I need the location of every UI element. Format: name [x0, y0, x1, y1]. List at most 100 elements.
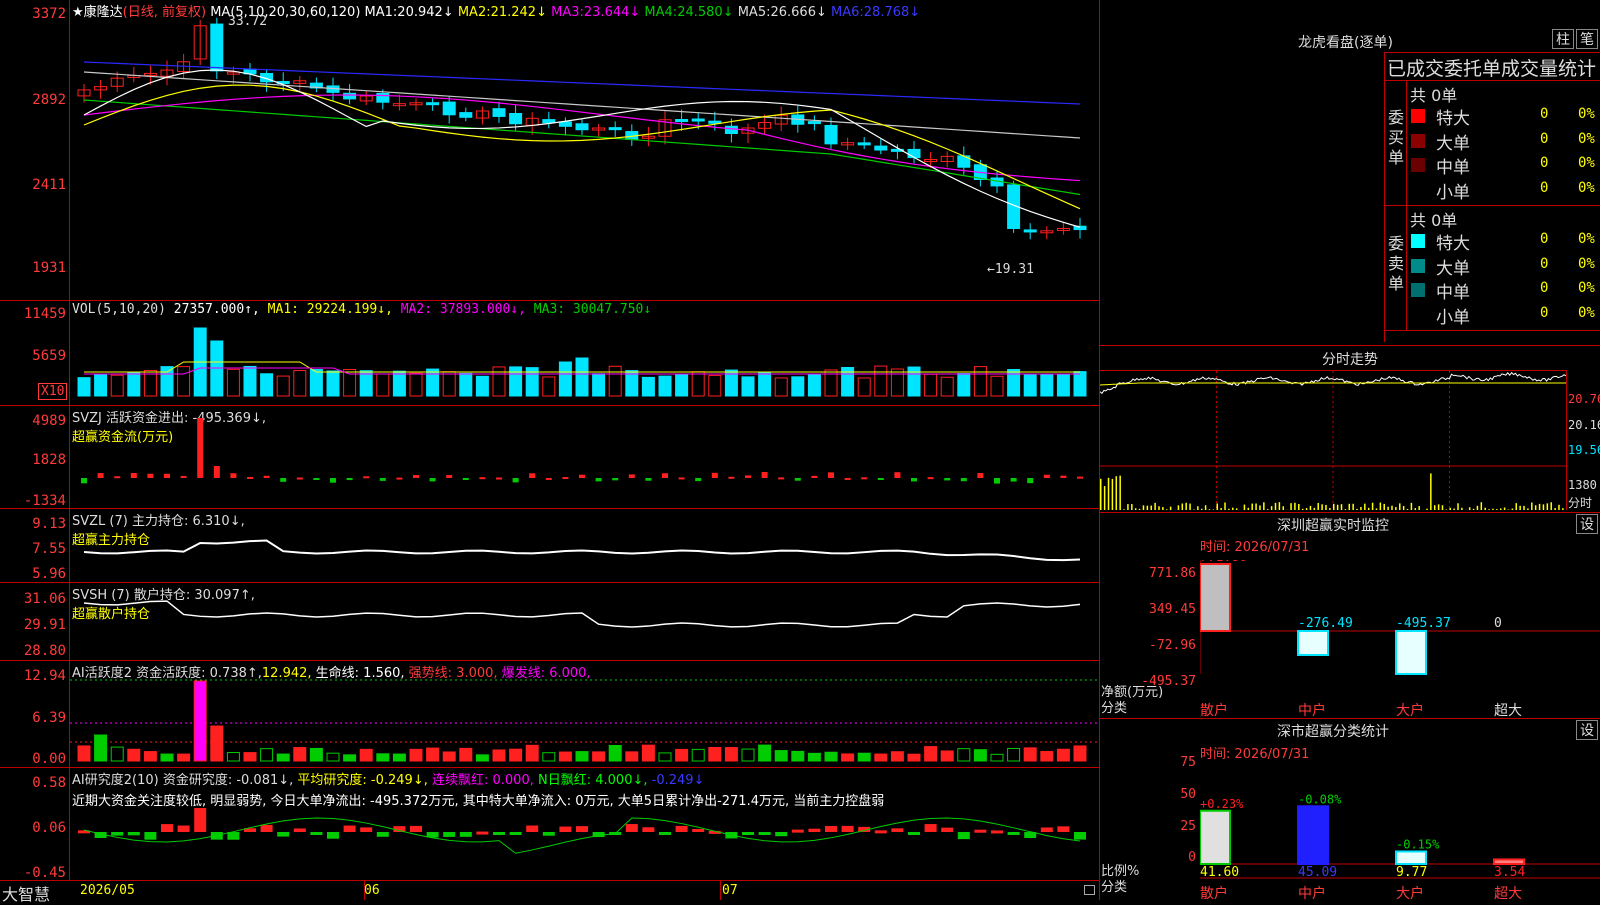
ai2-bar: [344, 826, 356, 832]
intraday-vol-bar: [1131, 504, 1133, 510]
volume-bar: [891, 369, 903, 396]
intraday-vol-bar: [1306, 508, 1308, 510]
ai1-bar: [1057, 749, 1069, 761]
candle-body: [875, 146, 887, 150]
ai2-bar: [676, 826, 688, 832]
intraday-axis-1: 20.76: [1568, 392, 1600, 406]
intraday-vol-bar: [1395, 507, 1397, 510]
intraday-vol-bar: [1450, 508, 1452, 510]
ai1-bar: [78, 746, 90, 761]
intraday-vol-bar: [1310, 506, 1312, 510]
sell-row-1-count: 0: [1540, 256, 1548, 272]
svzj-bar: [961, 478, 967, 481]
svzj-bar: [728, 477, 734, 479]
intraday-vol-bar: [1224, 502, 1226, 510]
intraday-vol-bar: [1481, 502, 1483, 510]
candle-body: [1024, 230, 1036, 232]
sell-side-label: 委卖单: [1388, 234, 1404, 294]
candle-body: [510, 113, 522, 123]
volume-bar: [958, 374, 970, 396]
intraday-vol-bar: [1341, 504, 1343, 510]
ai1-bar: [443, 752, 455, 761]
sell-total: 共 0单: [1410, 207, 1457, 231]
intraday-vol-bar: [1550, 502, 1552, 510]
volume-bar: [709, 375, 721, 396]
intraday-vol-bar: [1123, 509, 1125, 510]
intraday-vol-bar: [1127, 504, 1129, 510]
ai2-bar: [144, 832, 156, 840]
volume-bar: [161, 367, 173, 396]
intraday-vol-bar: [1220, 508, 1222, 510]
intraday-vol-bar: [1271, 506, 1273, 510]
svzj-bar: [1077, 477, 1083, 479]
sz-monitor-cat-3: 超大: [1494, 700, 1522, 720]
volume-bar: [991, 376, 1003, 396]
ai2-bar: [808, 829, 820, 832]
svzl-line: [84, 541, 1080, 561]
ai1-bar: [427, 748, 439, 761]
intraday-vol-bar: [1492, 509, 1494, 510]
ma4-line: [84, 100, 1080, 195]
ai1-bar: [178, 754, 190, 761]
volume-bar: [1024, 375, 1036, 396]
sell-row-3-pct: 0%: [1578, 305, 1595, 321]
sz-class-settings-button[interactable]: 设: [1576, 720, 1598, 740]
intraday-vol-bar: [1283, 506, 1285, 510]
sell-row-3-name: 小单: [1436, 303, 1470, 328]
volume-bar: [642, 377, 654, 396]
intraday-vol-bar: [1294, 503, 1296, 510]
intraday-vol-bar: [1391, 506, 1393, 510]
sell-row-3-count: 0: [1540, 305, 1548, 321]
sz-monitor-value: 0: [1494, 616, 1502, 631]
tick-mode-button[interactable]: 笔: [1576, 29, 1598, 49]
ai2-bar: [194, 808, 206, 832]
intraday-vol-bar: [1504, 507, 1506, 510]
sz-class-value: 41.60: [1200, 865, 1239, 880]
intraday-vol-bar: [1244, 505, 1246, 510]
intraday-vol-bar: [1411, 503, 1413, 510]
intraday-vol-bar: [1185, 503, 1187, 510]
volume-bar: [559, 362, 571, 396]
sz-monitor-settings-button[interactable]: 设: [1576, 514, 1598, 534]
ai1-bar: [676, 749, 688, 761]
svzj-bar: [612, 478, 618, 480]
intraday-vol-bar: [1279, 502, 1281, 510]
volume-bar: [908, 367, 920, 396]
svzj-bar: [1011, 478, 1017, 482]
lhb-header: 已成交委托单成交量统计: [1387, 54, 1596, 81]
intraday-vol-bar: [1516, 503, 1518, 510]
svzj-bar: [928, 477, 934, 479]
svzj-bar: [181, 476, 187, 478]
volume-bar: [1041, 374, 1053, 396]
sz-monitor-bar: [1200, 564, 1230, 631]
intraday-vol-bar: [1108, 478, 1110, 510]
svzj-bar: [529, 473, 535, 478]
volume-bar: [493, 367, 505, 396]
sz-monitor-cat-0: 散户: [1200, 700, 1228, 720]
ai1-bar: [194, 681, 206, 761]
sz-class-bar: [1298, 806, 1328, 864]
bar-mode-button[interactable]: 柱: [1552, 29, 1574, 49]
ai2-bar: [991, 830, 1003, 833]
main-chart[interactable]: [70, 0, 1099, 880]
volume-bar: [692, 372, 704, 396]
svzj-bar: [1044, 475, 1050, 478]
lock-icon[interactable]: [1084, 885, 1095, 895]
intraday-chart[interactable]: [1100, 371, 1566, 510]
sell-row-2-name: 中单: [1436, 278, 1470, 303]
intraday-vol-bar: [1314, 508, 1316, 510]
intraday-vol-bar: [1189, 504, 1191, 510]
svzj-bar: [778, 477, 784, 479]
sz-class-axis-1: 75: [1150, 755, 1196, 770]
buy-swatch-2: [1411, 158, 1425, 172]
intraday-vol-bar: [1473, 509, 1475, 510]
ai2-bar: [178, 826, 190, 832]
volume-bar: [974, 367, 986, 396]
intraday-vol-bar: [1461, 508, 1463, 510]
low-label: ←19.31: [987, 262, 1034, 277]
intraday-vol-bar: [1178, 505, 1180, 510]
ai2-axis-1: 0.58: [0, 775, 66, 791]
ai2-bar: [111, 832, 123, 836]
ai1-bar: [327, 753, 339, 761]
ai1-bar: [808, 753, 820, 761]
